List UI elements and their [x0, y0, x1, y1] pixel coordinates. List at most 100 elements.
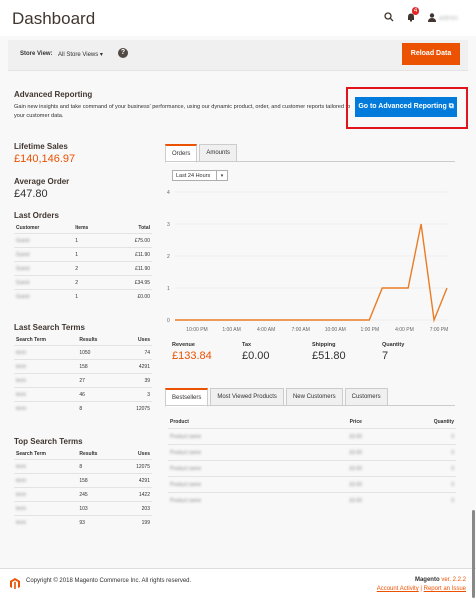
reload-data-button[interactable]: Reload Data: [402, 43, 460, 65]
total-quantity-value: 7: [382, 350, 389, 362]
table-row[interactable]: term 93 199: [14, 515, 152, 529]
table-row[interactable]: Guest 1 £75.00: [14, 233, 152, 248]
top-search-terms-table: Search Term Results Uses term 8 12075 term…: [14, 449, 152, 529]
total-shipping-value: £51.80: [312, 350, 346, 362]
tab-amounts[interactable]: Amounts: [199, 144, 238, 162]
help-icon[interactable]: ?: [118, 48, 128, 58]
x-tick-label: 7:00 PM: [430, 327, 449, 333]
header-icons: 4 admin: [384, 7, 458, 25]
period-select[interactable]: Last 24 Hours ▾: [172, 170, 228, 181]
footer-link-separator: |: [420, 586, 422, 592]
orders-chart: 0 1 2 3 4 10:00 PM 1:00 AM 4:00 AM 7:00 AM 10:00 …: [167, 190, 449, 333]
store-view-label: Store View:: [20, 51, 53, 57]
search-icon[interactable]: [384, 12, 394, 25]
x-tick-label: 10:00 PM: [186, 327, 207, 333]
table-row[interactable]: term 46 3: [14, 387, 152, 402]
notification-count-badge: 4: [411, 7, 420, 15]
total-quantity-label: Quantity: [382, 342, 405, 348]
user-icon: [427, 12, 436, 25]
col-results: Results: [79, 337, 98, 343]
table-row[interactable]: term 245 1422: [14, 487, 152, 502]
account-activity-link[interactable]: Account Activity: [377, 586, 419, 592]
advanced-reporting-text: Gain new insights and take command of yo…: [14, 104, 351, 119]
report-issue-link[interactable]: Report an Issue: [424, 586, 466, 592]
footer-brand: Magento: [414, 577, 440, 583]
col-quantity: Quantity: [433, 418, 454, 425]
scrollbar-thumb[interactable]: [472, 510, 475, 598]
x-tick-label: 1:00 AM: [222, 327, 240, 333]
footer: Copyright © 2018 Magento Commerce Inc. A…: [0, 568, 476, 606]
x-tick-label: 4:00 AM: [257, 327, 275, 333]
last-search-terms-title: Last Search Terms: [14, 323, 85, 332]
user-name: admin: [438, 15, 458, 22]
average-order-label: Average Order: [14, 177, 70, 186]
table-row[interactable]: term 8 12075: [14, 459, 152, 474]
total-shipping: Shipping £51.80: [312, 342, 346, 362]
col-customer: Customer: [16, 225, 40, 231]
last-search-terms-table: Search Term Results Uses term 1050 74 term…: [14, 335, 152, 415]
x-tick-label: 7:00 AM: [292, 327, 310, 333]
footer-version-number: ver. 2.2.2: [441, 577, 466, 583]
advanced-reporting-title: Advanced Reporting: [14, 90, 93, 99]
col-total: Total: [138, 225, 150, 231]
bestsellers-table: Product Price Quantity Product name £0.00…: [168, 415, 456, 508]
header: Dashboard 4 admin: [0, 0, 476, 36]
notifications-bell-icon[interactable]: 4: [406, 7, 420, 25]
x-tick-label: 1:00 PM: [361, 327, 380, 333]
y-tick-label: 4: [167, 190, 170, 196]
x-tick-label: 10:00 AM: [325, 327, 346, 333]
external-link-icon: ⧉: [448, 103, 454, 110]
table-row[interactable]: term 158 4291: [14, 473, 152, 488]
period-select-value: Last 24 Hours: [176, 173, 211, 179]
total-tax-label: Tax: [242, 342, 252, 348]
table-row[interactable]: Product name £0.00 0: [168, 476, 456, 493]
y-tick-label: 3: [167, 222, 170, 228]
table-row[interactable]: term 158 4291: [14, 359, 152, 374]
store-view-switcher[interactable]: All Store Views ▾: [58, 51, 103, 58]
orders-series-line: [175, 223, 448, 323]
average-order-value: £47.80: [14, 188, 48, 200]
footer-version: Magento ver. 2.2.2 Account Activity | Re…: [377, 576, 466, 594]
table-row[interactable]: Guest 2 £11.90: [14, 261, 152, 276]
table-row[interactable]: Product name £0.00 0: [168, 444, 456, 461]
table-row[interactable]: Guest 2 £34.95: [14, 275, 152, 290]
lifetime-sales-value: £140,146.97: [14, 153, 76, 165]
table-row[interactable]: Product name £0.00 0: [168, 428, 456, 445]
store-view-bar: Store View: All Store Views ▾ ? Reload D…: [8, 40, 468, 71]
last-orders-title: Last Orders: [14, 211, 59, 220]
col-product: Product: [170, 418, 189, 425]
user-menu[interactable]: admin: [427, 12, 458, 25]
page-title: Dashboard: [12, 9, 96, 28]
chevron-down-icon: ▾: [216, 171, 227, 180]
y-tick-label: 1: [167, 286, 170, 292]
total-shipping-label: Shipping: [312, 342, 336, 348]
advanced-reporting-button[interactable]: Go to Advanced Reporting ⧉: [355, 97, 457, 117]
x-tick-label: 4:00 PM: [395, 327, 414, 333]
magento-logo-icon: [10, 576, 20, 594]
col-results: Results: [79, 451, 98, 457]
table-row[interactable]: Guest 1 £0.00: [14, 289, 152, 303]
col-search-term: Search Term: [16, 451, 46, 457]
col-price: Price: [349, 418, 362, 425]
y-tick-label: 2: [167, 254, 170, 260]
y-tick-label: 0: [167, 318, 170, 324]
tab-most-viewed-products[interactable]: Most Viewed Products: [210, 388, 284, 406]
chart-tabs-divider: [165, 161, 455, 162]
table-row[interactable]: term 103 203: [14, 501, 152, 516]
total-revenue-value: £133.84: [172, 350, 212, 362]
table-row[interactable]: Guest 1 £11.90: [14, 247, 152, 262]
advanced-reporting-button-label: Go to Advanced Reporting: [358, 103, 447, 110]
table-row[interactable]: term 8 12075: [14, 401, 152, 415]
table-row[interactable]: Product name £0.00 0: [168, 492, 456, 508]
col-uses: Uses: [138, 451, 150, 457]
table-row[interactable]: Product name £0.00 0: [168, 460, 456, 477]
tab-customers[interactable]: Customers: [344, 388, 388, 406]
tab-new-customers[interactable]: New Customers: [285, 388, 343, 406]
lifetime-sales-label: Lifetime Sales: [14, 142, 68, 151]
table-row[interactable]: term 27 39: [14, 373, 152, 388]
table-row[interactable]: term 1050 74: [14, 345, 152, 360]
col-uses: Uses: [138, 337, 150, 343]
store-view-selected: All Store Views: [58, 52, 99, 58]
total-revenue-label: Revenue: [172, 342, 195, 348]
total-tax-value: £0.00: [242, 350, 270, 362]
